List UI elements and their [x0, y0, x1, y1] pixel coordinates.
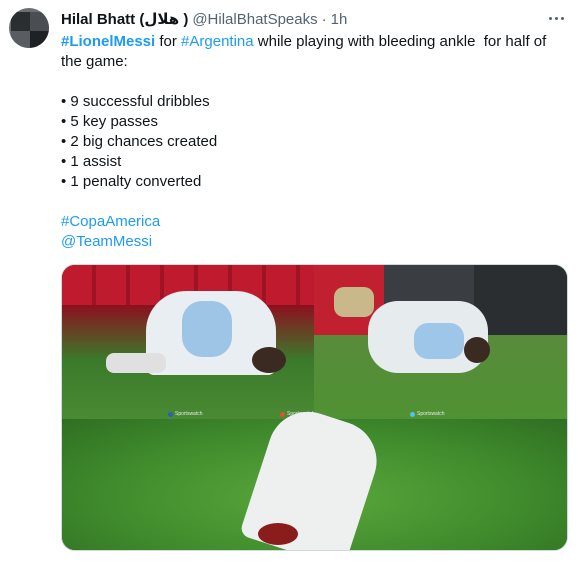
- hashtag-lionelmessi[interactable]: #LionelMessi: [61, 33, 155, 50]
- avatar-photo-tile: [30, 31, 49, 48]
- tweet-timestamp[interactable]: 1h: [331, 11, 348, 28]
- hashtag-copaamerica[interactable]: #CopaAmerica: [61, 212, 561, 232]
- tweet-header: Hilal Bhatt (هلال ) @HilalBhatSpeaks · 1…: [61, 8, 347, 30]
- tweet-actions-edge: [0, 556, 579, 563]
- player-head: [464, 337, 490, 363]
- more-horizontal-icon: [548, 16, 564, 20]
- tweet-text: #LionelMessi for #Argentina while playin…: [61, 32, 561, 252]
- stat-item: • 5 key passes: [61, 113, 158, 130]
- avatar-photo-tile: [11, 31, 30, 48]
- avatar-photo-tile: [11, 12, 30, 31]
- watermark: Sportswatch: [168, 411, 203, 417]
- tweet[interactable]: Hilal Bhatt (هلال ) @HilalBhatSpeaks · 1…: [0, 0, 579, 563]
- mention-teammessi[interactable]: @TeamMessi: [61, 232, 561, 252]
- more-options-button[interactable]: [545, 10, 567, 26]
- player-head: [252, 347, 286, 373]
- avatar[interactable]: [9, 8, 49, 48]
- jersey-stripes: [414, 323, 464, 359]
- author-handle[interactable]: @HilalBhatSpeaks: [192, 11, 317, 28]
- tweet-media-image[interactable]: Sportswatch Sportswatch Sportswatch: [61, 264, 568, 551]
- avatar-photo-tile: [30, 12, 49, 31]
- tweet-text-line: #LionelMessi for #Argentina while playin…: [61, 32, 561, 52]
- stat-item: • 1 assist: [61, 153, 122, 170]
- hashtag-argentina[interactable]: #Argentina: [181, 33, 254, 50]
- watermark: Sportswatch: [410, 411, 445, 417]
- text-segment: while playing with bleeding ankle for ha…: [253, 33, 547, 50]
- player-leg: [106, 353, 166, 373]
- jersey-stripes: [182, 301, 232, 357]
- separator-dot: ·: [321, 10, 327, 28]
- photo-panel-bottom: [62, 401, 567, 550]
- text-segment: for: [155, 33, 182, 50]
- photo-panel-right: Sportswatch: [314, 265, 567, 419]
- bleeding-ankle: [258, 523, 298, 545]
- tweet-text-line: the game:: [61, 53, 128, 70]
- author-name[interactable]: Hilal Bhatt (هلال ): [61, 10, 188, 28]
- photo-panel-left: Sportswatch: [62, 265, 314, 419]
- player-boots: [334, 287, 374, 317]
- stat-item: • 2 big chances created: [61, 133, 218, 150]
- stat-item: • 9 successful dribbles: [61, 93, 210, 110]
- stat-item: • 1 penalty converted: [61, 173, 202, 190]
